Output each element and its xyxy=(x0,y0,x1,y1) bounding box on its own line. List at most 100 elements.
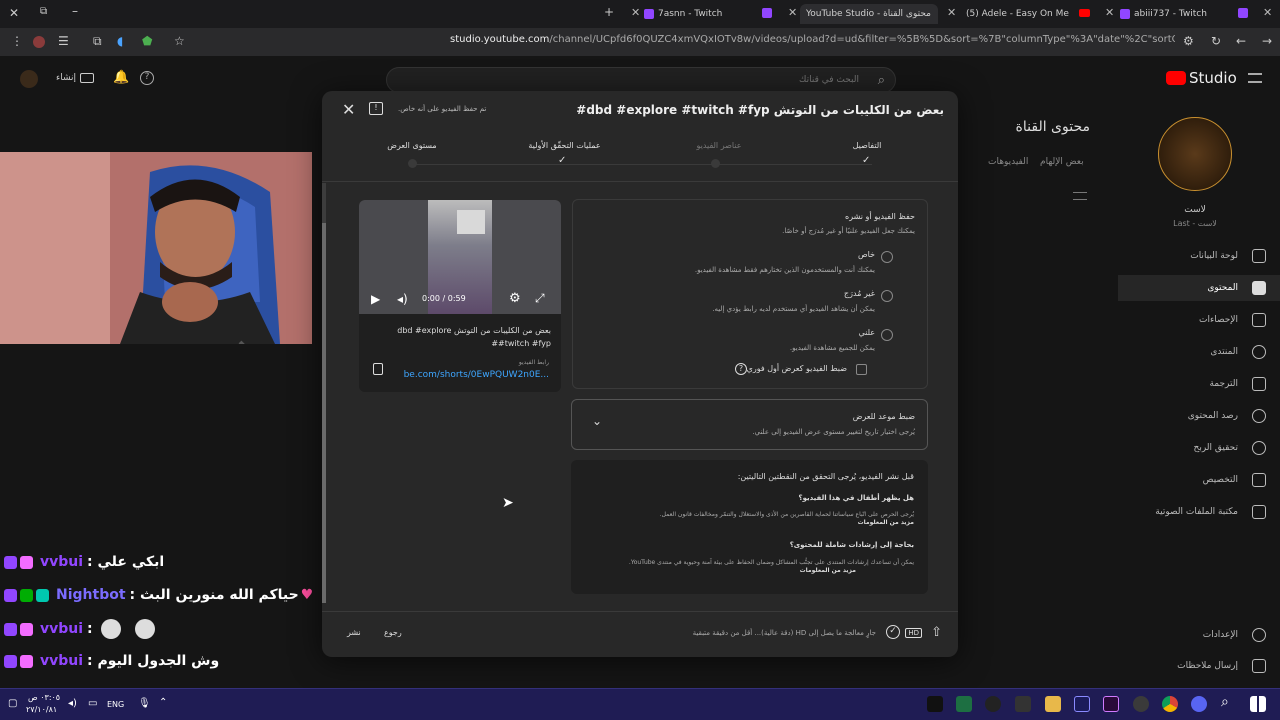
forward-arrow-icon[interactable]: → xyxy=(1262,34,1272,48)
new-tab-icon[interactable]: + xyxy=(604,5,614,19)
learn-more-link[interactable]: مزيد من المعلومات xyxy=(800,567,856,574)
dialog-footer: ⇧ HD ✓ جارٍ معالجة ما يصل إلى HD (دقة عا… xyxy=(322,611,958,657)
mic-icon[interactable]: 🎙 xyxy=(138,698,151,709)
minimize-icon[interactable]: – xyxy=(72,4,78,18)
network-icon[interactable]: ▭ xyxy=(88,698,97,709)
tab-inspiration[interactable]: بعض الإلهام xyxy=(1040,157,1084,167)
filter-icon[interactable] xyxy=(1073,192,1087,200)
chrome-icon[interactable] xyxy=(1162,696,1178,712)
nav-copyright[interactable]: رصد المحتوى xyxy=(1118,404,1280,428)
nav-settings[interactable]: الإعدادات xyxy=(1118,623,1280,647)
nav-dashboard[interactable]: لوحة البيانات xyxy=(1118,244,1280,268)
nav-audio-library[interactable]: مكتبة الملفات الصوتية xyxy=(1118,500,1280,524)
volume-icon[interactable]: ◂) xyxy=(397,292,408,306)
calculator-icon[interactable] xyxy=(1015,696,1031,712)
tab-close-icon[interactable]: ✕ xyxy=(788,6,797,19)
nav-feedback[interactable]: إرسال ملاحظات xyxy=(1118,654,1280,678)
studio-logo[interactable]: Studio xyxy=(1166,69,1237,87)
radio-public[interactable] xyxy=(881,329,893,341)
step-video-elements[interactable]: عناصر الفيديو xyxy=(679,141,759,150)
feedback-flag-icon[interactable]: ! xyxy=(369,102,383,115)
scrollbar-thumb[interactable] xyxy=(322,223,326,603)
tab-7asnn[interactable]: 7asnn - Twitch xyxy=(644,4,754,24)
file-explorer-icon[interactable] xyxy=(1045,696,1061,712)
nav-customization[interactable]: التخصيص xyxy=(1118,468,1280,492)
youtube-logo-icon xyxy=(1166,71,1186,85)
search-icon[interactable]: ⌕ xyxy=(1221,694,1229,710)
nav-subtitles[interactable]: الترجمة xyxy=(1118,372,1280,396)
chat-username: vvbui xyxy=(40,653,84,669)
menu-icon[interactable]: ⋮ xyxy=(11,34,23,48)
nav-label: الإحصاءات xyxy=(1199,315,1238,325)
extension-icon[interactable]: ☰ xyxy=(58,34,69,48)
tray-chevron-icon[interactable]: ⌃ xyxy=(159,697,167,708)
radio-private[interactable] xyxy=(881,251,893,263)
back-button[interactable]: رجوع xyxy=(384,628,402,637)
davinci-icon[interactable] xyxy=(1133,696,1149,712)
search-box[interactable]: ⌕ البحث في قناتك xyxy=(386,67,896,93)
subtitles-icon xyxy=(1252,377,1266,391)
learn-more-link[interactable]: مزيد من المعلومات xyxy=(858,519,914,526)
video-link[interactable]: be.com/shorts/0EwPQUW2n0E... xyxy=(404,370,549,380)
hamburger-icon[interactable] xyxy=(1248,73,1262,83)
step-details[interactable]: التفاصيل xyxy=(832,141,902,150)
puzzle-icon[interactable]: ⧉ xyxy=(93,34,102,49)
reload-icon[interactable]: ↻ xyxy=(1211,34,1221,48)
excel-icon[interactable] xyxy=(956,696,972,712)
radio-unlisted[interactable] xyxy=(881,290,893,302)
nav-content[interactable]: المحتوى xyxy=(1118,275,1280,301)
tab-close-icon[interactable]: ✕ xyxy=(1105,6,1114,19)
tab-close-icon[interactable]: ✕ xyxy=(1263,6,1272,19)
copyright-icon xyxy=(1252,409,1266,423)
notification-bell-icon[interactable]: 🔔 xyxy=(113,70,129,85)
copy-icon[interactable] xyxy=(373,363,383,375)
step-checks[interactable]: عمليات التحقّق الأولية xyxy=(517,141,612,150)
tab-abiii737[interactable]: abiii737 - Twitch xyxy=(1120,4,1230,24)
speaker-icon[interactable]: ◂) xyxy=(68,698,77,709)
close-window-icon[interactable]: ✕ xyxy=(9,6,19,20)
nav-analytics[interactable]: الإحصاءات xyxy=(1118,308,1280,332)
play-icon[interactable]: ▶ xyxy=(371,292,380,306)
fullscreen-icon[interactable]: ⤢ xyxy=(535,291,545,306)
chevron-down-icon[interactable]: ⌄ xyxy=(592,414,602,428)
step-visibility[interactable]: مستوى العرض xyxy=(377,141,447,150)
obs-icon[interactable] xyxy=(985,696,1001,712)
shield-icon[interactable]: ⬟ xyxy=(142,34,152,48)
schedule-card[interactable]: ضبط موعد للعرض يُرجى اختيار تاريخ لتغيير… xyxy=(571,399,928,450)
discord-icon[interactable] xyxy=(1191,696,1207,712)
video-time: 0:00 / 0:59 xyxy=(422,294,466,303)
capcut-icon[interactable] xyxy=(927,696,943,712)
tab-close-icon[interactable]: ✕ xyxy=(947,6,956,19)
profile-icon[interactable] xyxy=(33,36,45,48)
premiere-icon[interactable] xyxy=(1103,696,1119,712)
help-icon[interactable]: ? xyxy=(735,363,747,375)
wifi-icon[interactable]: ◖ xyxy=(117,34,123,48)
notification-icon[interactable]: ▢ xyxy=(8,698,17,709)
chat-username: vvbui xyxy=(40,621,84,637)
tab-videos[interactable]: الفيديوهات xyxy=(988,157,1028,167)
nav-earn[interactable]: تحقيق الربح xyxy=(1118,436,1280,460)
address-bar[interactable]: studio.youtube.com/channel/UCpfd6f0QUZC4… xyxy=(450,34,1175,45)
search-icon: ⌕ xyxy=(877,73,885,88)
site-settings-icon[interactable]: ⚙ xyxy=(1183,34,1194,48)
bookmark-star-icon[interactable]: ☆ xyxy=(174,34,185,48)
tab-youtube-studio[interactable]: YouTube Studio - محتوى القناة xyxy=(800,4,938,24)
back-arrow-icon[interactable]: ← xyxy=(1236,34,1246,48)
nav-community[interactable]: المنتدى xyxy=(1118,340,1280,364)
media-encoder-icon[interactable] xyxy=(1074,696,1090,712)
publish-button[interactable]: نشر xyxy=(347,628,361,637)
account-avatar[interactable] xyxy=(20,70,38,88)
close-icon[interactable]: ✕ xyxy=(342,100,355,119)
tab-close-icon[interactable]: ✕ xyxy=(631,6,640,19)
premiere-checkbox[interactable] xyxy=(856,364,867,375)
gear-icon[interactable]: ⚙ xyxy=(509,291,521,306)
tab-search-icon[interactable]: ⧉ xyxy=(40,6,47,17)
video-player[interactable]: ▶ ◂) 0:00 / 0:59 ⚙ ⤢ xyxy=(359,200,561,314)
tab-adele[interactable]: (5) Adele - Easy On Me (Off xyxy=(962,4,1072,24)
start-menu-icon[interactable] xyxy=(1250,696,1266,712)
channel-avatar[interactable] xyxy=(1158,117,1232,191)
chat-message: vvbui : xyxy=(4,617,155,641)
create-button[interactable]: إنشاء xyxy=(56,69,95,87)
help-icon[interactable]: ? xyxy=(140,71,154,85)
language-indicator[interactable]: ENG xyxy=(107,700,124,709)
